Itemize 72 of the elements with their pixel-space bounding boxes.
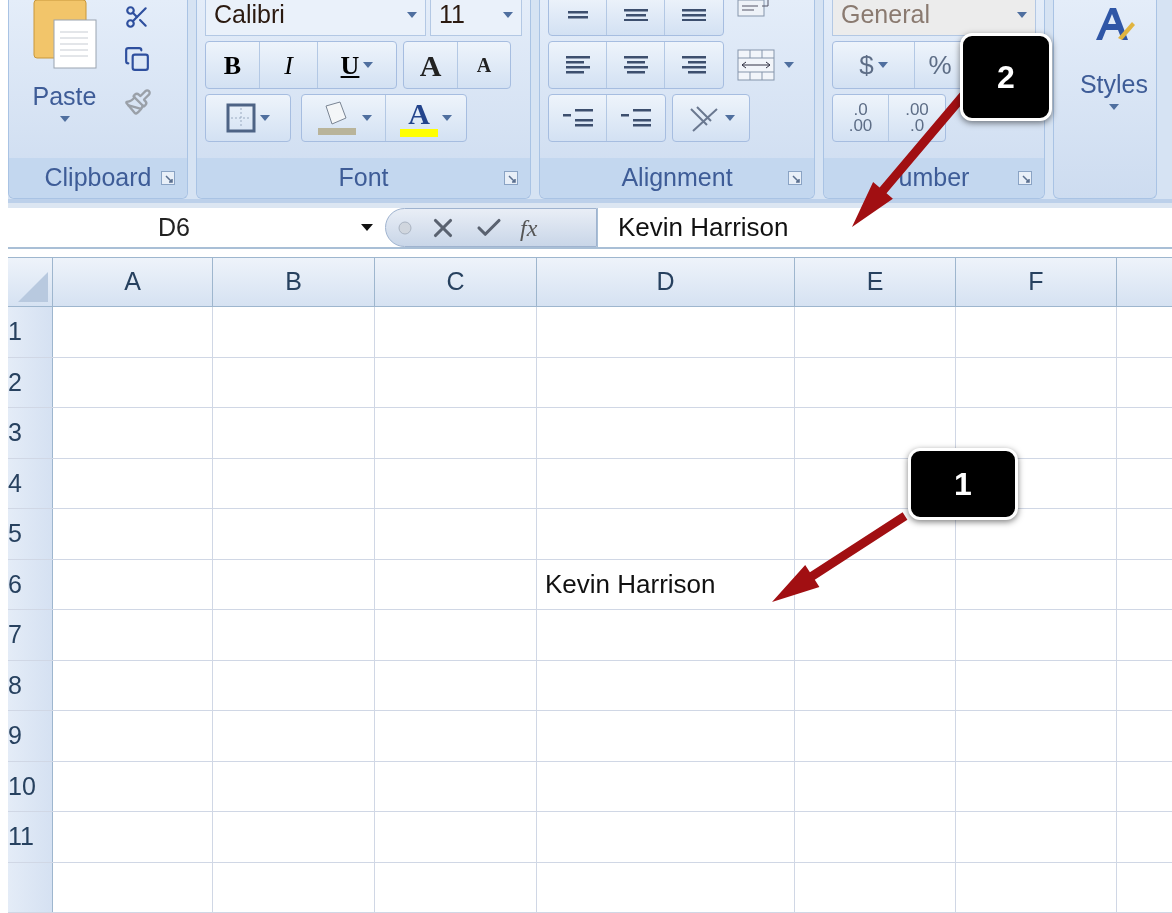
align-left-icon — [565, 56, 590, 74]
caret-icon — [1017, 12, 1027, 18]
border-icon — [226, 103, 256, 133]
align-right-icon — [682, 56, 706, 74]
triangle-icon — [18, 272, 48, 302]
dialog-launcher-icon[interactable] — [1018, 171, 1032, 185]
row-header[interactable]: 9 — [8, 711, 53, 761]
bottom-align-icon — [682, 8, 706, 22]
row-header[interactable]: 8 — [8, 660, 53, 710]
caret-icon — [503, 12, 513, 18]
insert-function-button[interactable]: fx — [520, 209, 538, 246]
copy-icon[interactable] — [124, 46, 150, 72]
align-center-icon — [623, 56, 648, 74]
caret-icon — [877, 62, 888, 68]
font-size-field[interactable]: 11 — [430, 0, 522, 36]
column-header[interactable]: A — [53, 258, 213, 306]
italic-button[interactable]: I — [260, 42, 318, 88]
merge-cells-icon — [736, 48, 776, 82]
group-label: Clipboard — [44, 162, 152, 194]
column-header[interactable]: E — [795, 258, 956, 306]
caret-icon — [784, 62, 794, 68]
row-header[interactable]: 11 — [8, 812, 53, 862]
decrease-indent-icon — [562, 109, 593, 127]
clipboard-icon — [31, 0, 98, 70]
caret-icon — [361, 224, 373, 232]
column-header[interactable]: D — [537, 258, 795, 306]
currency-button[interactable]: $ — [833, 42, 915, 88]
column-header[interactable]: F — [956, 258, 1117, 306]
caret-icon — [407, 12, 417, 18]
column-header[interactable]: C — [375, 258, 537, 306]
row-header[interactable]: 6 — [8, 559, 53, 609]
dialog-launcher-icon[interactable] — [504, 171, 518, 185]
merge-button[interactable] — [736, 48, 794, 82]
shrink-font-button[interactable]: A — [458, 42, 510, 88]
cut-icon[interactable] — [124, 4, 150, 30]
row-header[interactable]: 4 — [8, 458, 53, 508]
column-header[interactable]: B — [213, 258, 375, 306]
styles-button[interactable]: Styles — [1079, 0, 1148, 110]
caret-icon — [363, 62, 374, 68]
group-label: umber — [898, 162, 970, 194]
caret-icon — [1108, 103, 1119, 110]
row-header[interactable]: 2 — [8, 357, 53, 407]
underline-button[interactable]: U — [318, 42, 396, 88]
font-name-field[interactable]: Calibri — [205, 0, 426, 36]
top-align-icon — [567, 11, 588, 19]
caret-icon — [361, 115, 372, 121]
increase-indent-icon — [621, 109, 651, 127]
paint-bucket-icon — [315, 100, 358, 136]
decrease-decimal-button[interactable]: .00 .0 — [889, 95, 945, 141]
group-label: Font — [338, 162, 389, 194]
callout-tooltip: 1 — [908, 448, 1018, 520]
font-color-button[interactable]: A — [386, 95, 466, 141]
row-header[interactable]: 10 — [8, 761, 53, 811]
caret-icon — [725, 115, 735, 121]
row-header[interactable]: 5 — [8, 509, 53, 559]
circle-icon — [398, 220, 412, 235]
row-header[interactable]: 3 — [8, 408, 53, 458]
caret-icon — [59, 115, 70, 122]
caret-icon — [442, 115, 452, 121]
row-header[interactable]: 1 — [8, 307, 53, 357]
paste-button[interactable]: Paste — [17, 0, 112, 158]
row-header[interactable]: 7 — [8, 610, 53, 660]
color-bar-icon — [400, 129, 438, 137]
group-label: Alignment — [621, 162, 733, 194]
increase-decimal-button[interactable]: .0 .00 — [833, 95, 889, 141]
dialog-launcher-icon[interactable] — [788, 171, 802, 185]
dialog-launcher-icon[interactable] — [161, 171, 175, 185]
grow-font-button[interactable]: A — [404, 42, 458, 88]
bold-button[interactable]: B — [206, 42, 260, 88]
callout-tooltip: 2 — [960, 33, 1052, 121]
middle-align-icon — [623, 8, 648, 22]
caret-icon — [260, 115, 270, 121]
